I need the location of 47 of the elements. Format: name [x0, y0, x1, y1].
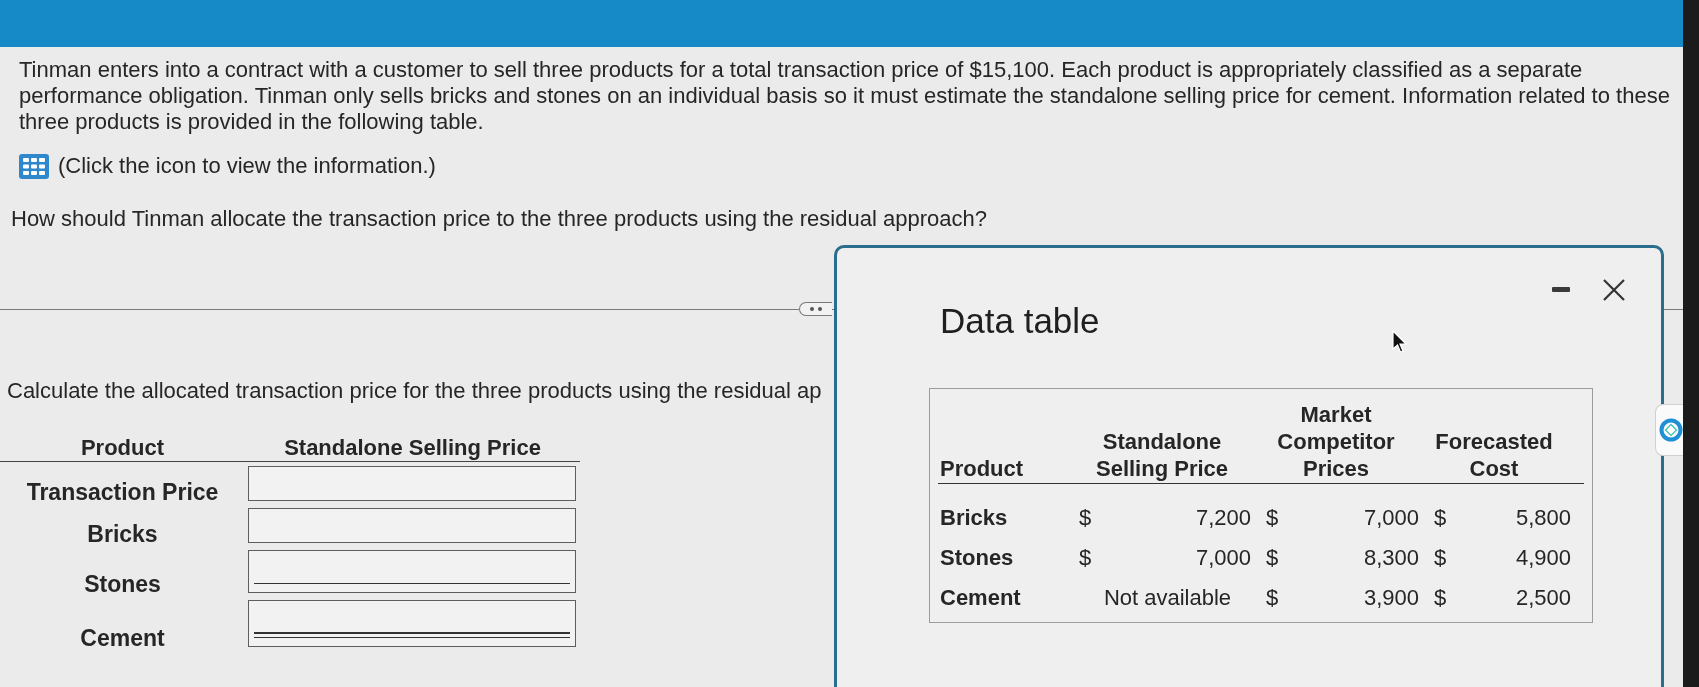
row-label: Bricks: [86, 521, 159, 547]
value-cell-text: 3,900: [1362, 583, 1420, 612]
product-cell-text: Bricks: [940, 503, 1009, 532]
row-label: Cement: [79, 625, 166, 651]
row-label: Stones: [83, 571, 162, 597]
input-field[interactable]: [248, 550, 576, 593]
info-hint: (Click the icon to view the information.): [58, 153, 436, 179]
currency-symbol: $: [1078, 503, 1093, 532]
currency-symbol: $: [1265, 543, 1280, 572]
column-header: Product: [79, 436, 166, 460]
intro-paragraph: Tinman enters into a contract with a customer to sell three products for a total transaction price of $15,100. Each product is appropriately classified as a separate performance obligation. Tinman only sells bricks and stones on an individual basis so it must estimate the standalone selling price for cement. Information related to these three products is provided in the following table.: [19, 57, 1671, 135]
currency-symbol: $: [1078, 543, 1093, 572]
dialog-title: Data table: [939, 301, 1101, 341]
input-field[interactable]: [248, 466, 576, 501]
value-cell-text: 8,300: [1362, 543, 1420, 572]
value-cell-text: 7,000: [1194, 543, 1252, 572]
more-button[interactable]: [799, 302, 832, 316]
value-cell-text: 5,800: [1514, 503, 1572, 532]
row-label: Transaction Price: [25, 479, 220, 505]
close-icon: [1602, 277, 1626, 302]
side-tab-button[interactable]: [1655, 404, 1683, 456]
ring-icon: [1659, 418, 1683, 442]
grid-icon[interactable]: [19, 153, 49, 179]
column-header: Forecasted Cost: [1434, 428, 1554, 482]
column-header: Standalone Selling Price: [283, 436, 542, 460]
instruction-text: Calculate the allocated transaction price for the three products using the residual ap: [6, 378, 823, 404]
cursor-icon: [1392, 330, 1408, 354]
column-header: Standalone Selling Price: [1094, 428, 1230, 482]
input-field[interactable]: [248, 508, 576, 543]
close-button[interactable]: [1602, 277, 1626, 302]
currency-symbol: $: [1265, 503, 1280, 532]
currency-symbol: $: [1433, 583, 1448, 612]
value-cell-text: 2,500: [1514, 583, 1572, 612]
value-cell-text: Not available: [1102, 583, 1233, 612]
value-cell-text: 4,900: [1514, 543, 1572, 572]
input-field[interactable]: [248, 600, 576, 647]
column-header: Market Competitor Prices: [1276, 401, 1396, 482]
currency-symbol: $: [1265, 583, 1280, 612]
question-prompt: How should Tinman allocate the transaction price to the three products using the residual approach?: [11, 206, 988, 232]
ellipsis-icon: [810, 307, 822, 311]
product-cell-text: Cement: [940, 583, 1022, 612]
value-cell-text: 7,200: [1194, 503, 1252, 532]
value-cell-text: 7,000: [1362, 503, 1420, 532]
column-header: Product: [940, 455, 1025, 482]
product-cell-text: Stones: [940, 543, 1015, 572]
currency-symbol: $: [1433, 543, 1448, 572]
currency-symbol: $: [1433, 503, 1448, 532]
